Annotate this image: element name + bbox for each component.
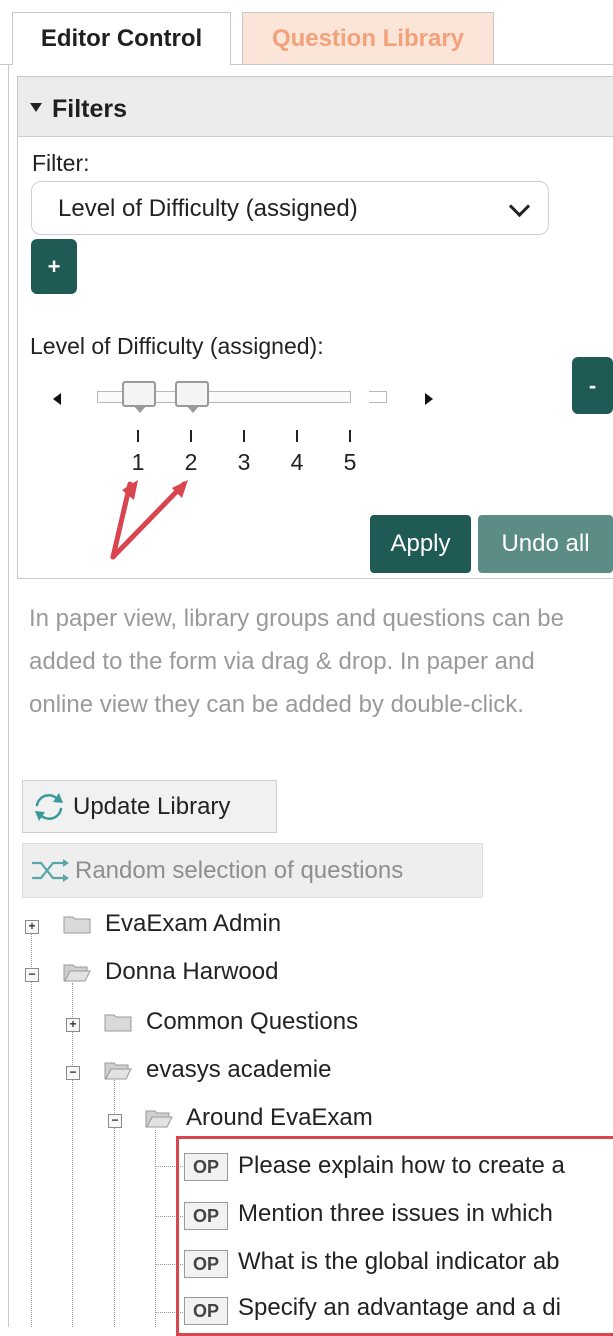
random-selection-button[interactable]: Random selection of questions (22, 843, 483, 898)
slider-tick-label: 4 (290, 449, 304, 475)
random-selection-label: Random selection of questions (75, 856, 404, 884)
tab-question-library[interactable]: Question Library (242, 12, 494, 64)
folder-icon (104, 1014, 132, 1032)
update-library-label: Update Library (73, 792, 231, 820)
tree-guide-line (72, 983, 73, 1327)
tab-editor-control[interactable]: Editor Control (12, 12, 231, 65)
filter-label: Filter: (32, 150, 90, 176)
collapse-icon[interactable]: − (108, 1114, 122, 1128)
tree-node-common-questions[interactable]: Common Questions (146, 1008, 358, 1036)
collapse-icon[interactable]: − (25, 968, 39, 982)
slider-track-end (369, 391, 387, 403)
difficulty-label: Level of Difficulty (assigned): (30, 333, 324, 359)
update-library-button[interactable]: Update Library (22, 780, 277, 833)
shuffle-icon (31, 858, 69, 882)
refresh-icon (35, 792, 63, 821)
tree-node-donna-harwood[interactable]: Donna Harwood (105, 958, 278, 986)
folder-open-icon (104, 1062, 132, 1080)
panel-border (8, 64, 9, 1327)
collapse-triangle-icon[interactable] (30, 103, 42, 112)
slider-min-handle[interactable] (122, 381, 156, 413)
slider-tick (190, 430, 192, 442)
add-filter-button[interactable]: + (31, 239, 77, 294)
slider-tick-label: 5 (343, 449, 357, 475)
annotation-highlight-box (176, 1136, 613, 1336)
slider-tick (296, 430, 298, 442)
folder-open-icon (145, 1110, 173, 1128)
filters-title: Filters (52, 95, 128, 123)
slider-tick (137, 430, 139, 442)
slider-tick (349, 430, 351, 442)
slider-tick (243, 430, 245, 442)
collapse-icon[interactable]: − (66, 1066, 80, 1080)
remove-filter-button[interactable]: - (572, 357, 613, 414)
folder-icon (63, 916, 91, 934)
tree-node-evasys-academie[interactable]: evasys academie (146, 1056, 331, 1084)
slider-right-arrow-icon[interactable] (425, 393, 433, 405)
library-info-text: In paper view, library groups and questi… (29, 605, 564, 718)
expand-icon[interactable]: + (25, 920, 39, 934)
apply-button[interactable]: Apply (370, 515, 471, 573)
undo-all-button[interactable]: Undo all (478, 515, 613, 573)
slider-max-handle[interactable] (175, 381, 209, 413)
folder-open-icon (63, 964, 91, 982)
tree-node-evaexam-admin[interactable]: EvaExam Admin (105, 910, 281, 938)
tree-node-around-evaexam[interactable]: Around EvaExam (186, 1104, 373, 1132)
annotation-arrows-icon (110, 480, 188, 560)
filter-select-value: Level of Difficulty (assigned) (58, 195, 358, 222)
slider-left-arrow-icon[interactable] (53, 393, 61, 405)
tree-guide-line (155, 1130, 156, 1327)
tree-guide-line (31, 932, 32, 1327)
expand-icon[interactable]: + (66, 1018, 80, 1032)
slider-tick-label: 3 (237, 449, 251, 475)
